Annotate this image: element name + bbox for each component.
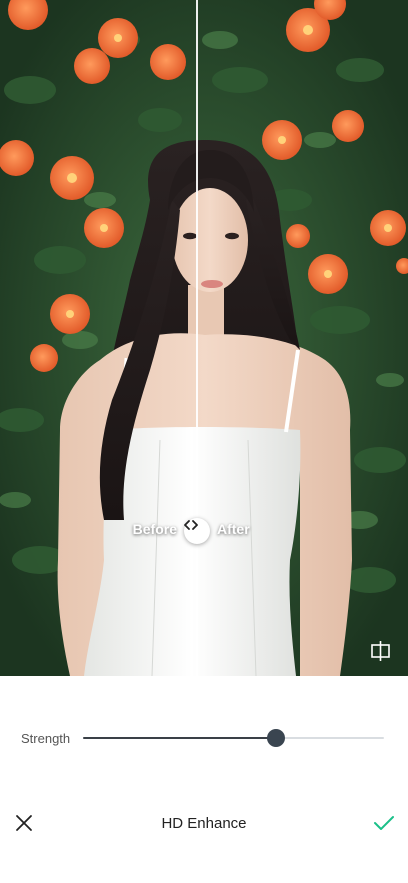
confirm-button[interactable]	[372, 811, 396, 835]
page-title: HD Enhance	[161, 815, 247, 832]
after-label: After	[217, 521, 250, 537]
bottom-toolbar: HD Enhance	[0, 800, 408, 846]
strength-slider-thumb[interactable]	[266, 729, 285, 747]
hd-enhance-screen: Before After Strength HD Enhance	[0, 0, 408, 883]
swap-horizontal-icon	[184, 520, 198, 530]
strength-label: Strength	[21, 731, 71, 746]
crop-button[interactable]	[369, 639, 393, 663]
compare-divider[interactable]	[196, 0, 198, 676]
strength-slider[interactable]	[83, 729, 384, 747]
crop-icon	[371, 641, 390, 661]
before-label: Before	[132, 521, 177, 537]
strength-control: Strength	[0, 724, 408, 752]
compare-handle[interactable]	[184, 518, 210, 544]
strength-slider-fill	[83, 737, 276, 739]
portrait-photo	[0, 0, 408, 676]
photo-preview: Before After	[0, 0, 408, 676]
checkmark-icon	[374, 816, 394, 830]
